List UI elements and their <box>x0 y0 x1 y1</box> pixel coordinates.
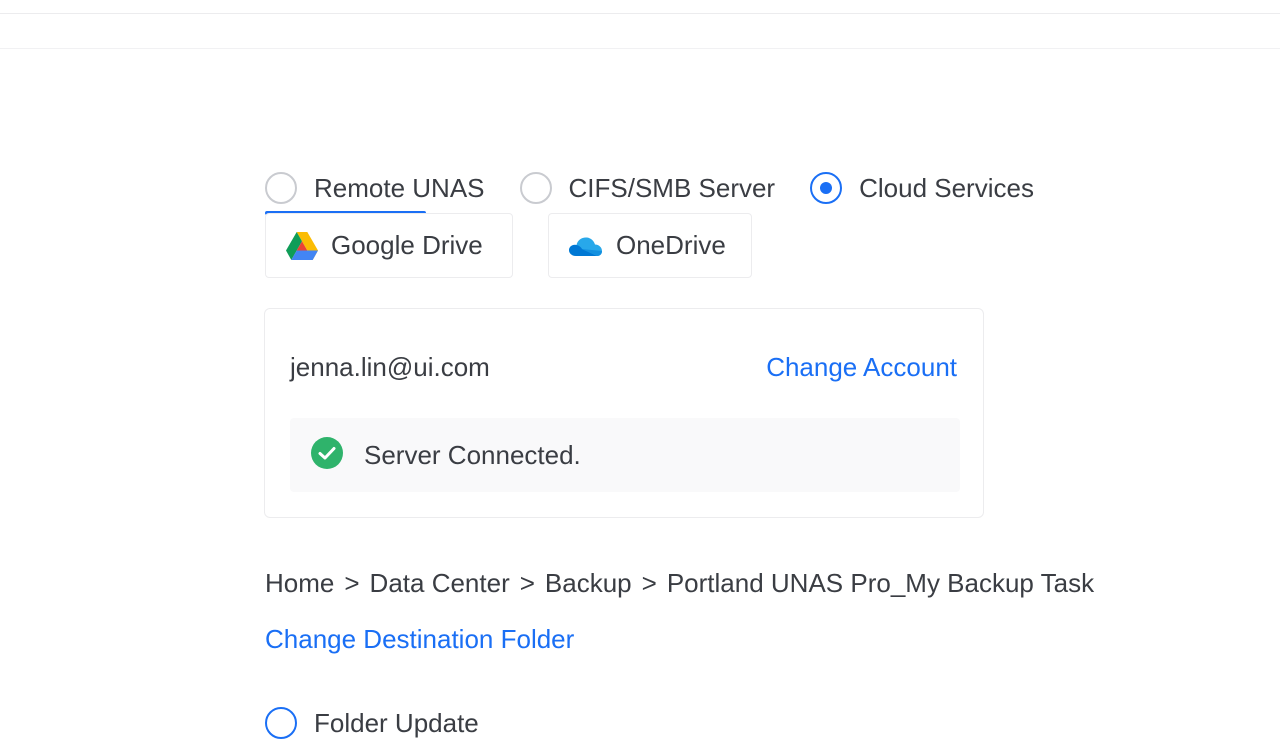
account-card: jenna.lin@ui.com Change Account Server C… <box>264 308 984 518</box>
radio-cloud-services[interactable]: Cloud Services <box>810 172 1034 204</box>
radio-label-remote-unas: Remote UNAS <box>314 172 485 203</box>
provider-onedrive[interactable]: OneDrive <box>548 213 752 278</box>
breadcrumb-separator: > <box>519 568 535 598</box>
destination-type-group: Remote UNAS CIFS/SMB Server Cloud Servic… <box>265 168 1034 208</box>
radio-label-folder-update: Folder Update <box>314 707 479 738</box>
status-text: Server Connected. <box>364 439 581 470</box>
breadcrumb: Home > Data Center > Backup > Portland U… <box>265 568 1094 599</box>
provider-label-google-drive: Google Drive <box>331 230 483 260</box>
provider-label-onedrive: OneDrive <box>616 230 726 260</box>
breadcrumb-item-data-center: Data Center <box>369 568 510 598</box>
change-destination-folder-link[interactable]: Change Destination Folder <box>265 624 574 655</box>
header-divider <box>0 48 1280 49</box>
radio-button-cifs-smb[interactable] <box>519 172 552 204</box>
google-drive-icon <box>286 231 318 260</box>
breadcrumb-item-backup: Backup <box>544 568 632 598</box>
provider-google-drive[interactable]: Google Drive <box>265 213 513 278</box>
breadcrumb-separator: > <box>641 568 657 598</box>
radio-label-cifs-smb: CIFS/SMB Server <box>568 172 776 203</box>
breadcrumb-item-home: Home <box>265 568 335 598</box>
breadcrumb-item-task: Portland UNAS Pro_My Backup Task <box>666 568 1095 598</box>
connection-status: Server Connected. <box>290 418 960 492</box>
check-circle-icon <box>310 436 344 475</box>
radio-button-folder-update[interactable] <box>265 707 297 739</box>
top-bar <box>0 0 1280 14</box>
breadcrumb-separator: > <box>344 568 360 598</box>
account-email: jenna.lin@ui.com <box>290 352 490 382</box>
onedrive-icon <box>567 235 603 257</box>
radio-button-cloud-services[interactable] <box>810 172 843 204</box>
radio-folder-update[interactable]: Folder Update <box>265 707 479 739</box>
radio-cifs-smb[interactable]: CIFS/SMB Server <box>519 172 776 204</box>
radio-label-cloud-services: Cloud Services <box>859 172 1034 203</box>
radio-button-remote-unas[interactable] <box>265 172 297 204</box>
change-account-link[interactable]: Change Account <box>766 352 957 383</box>
radio-remote-unas[interactable]: Remote UNAS <box>265 172 485 204</box>
